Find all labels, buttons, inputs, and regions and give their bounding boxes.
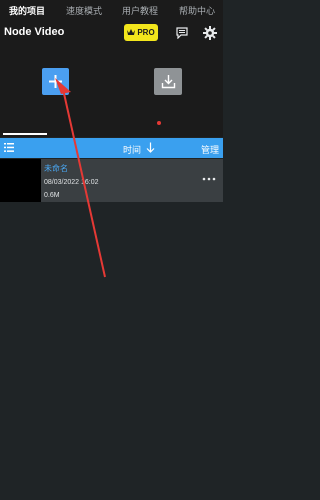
add-project-button[interactable] xyxy=(42,68,69,95)
arrow-down-icon[interactable] xyxy=(146,142,155,153)
app-title: Node Video xyxy=(4,26,65,38)
more-options-icon[interactable] xyxy=(202,176,216,182)
project-thumbnail[interactable] xyxy=(0,159,41,202)
pro-label: PRO xyxy=(137,28,155,37)
notification-dot xyxy=(157,121,161,125)
sort-bar xyxy=(0,138,223,158)
plus-icon xyxy=(49,75,62,88)
project-name: 未命名 xyxy=(44,164,68,173)
active-tab-indicator xyxy=(3,133,47,135)
sort-by-time[interactable]: 时间 xyxy=(123,143,141,156)
project-size: 0.6M xyxy=(44,192,60,199)
download-icon xyxy=(161,75,175,89)
tab-help-center[interactable]: 帮助中心 xyxy=(179,4,215,17)
list-view-icon[interactable] xyxy=(4,143,14,152)
gear-icon[interactable] xyxy=(203,26,217,40)
project-date: 08/03/2022 16:02 xyxy=(44,179,99,186)
crown-icon xyxy=(127,29,136,35)
manage-button[interactable]: 管理 xyxy=(201,143,219,156)
create-area xyxy=(0,62,223,117)
chat-icon[interactable] xyxy=(176,27,188,39)
import-button[interactable] xyxy=(154,68,182,95)
tab-speed-mode[interactable]: 速度模式 xyxy=(66,4,102,17)
tab-user-tutorial[interactable]: 用户教程 xyxy=(122,4,158,17)
pro-badge[interactable]: PRO xyxy=(124,24,158,41)
tab-my-projects[interactable]: 我的项目 xyxy=(9,4,45,17)
